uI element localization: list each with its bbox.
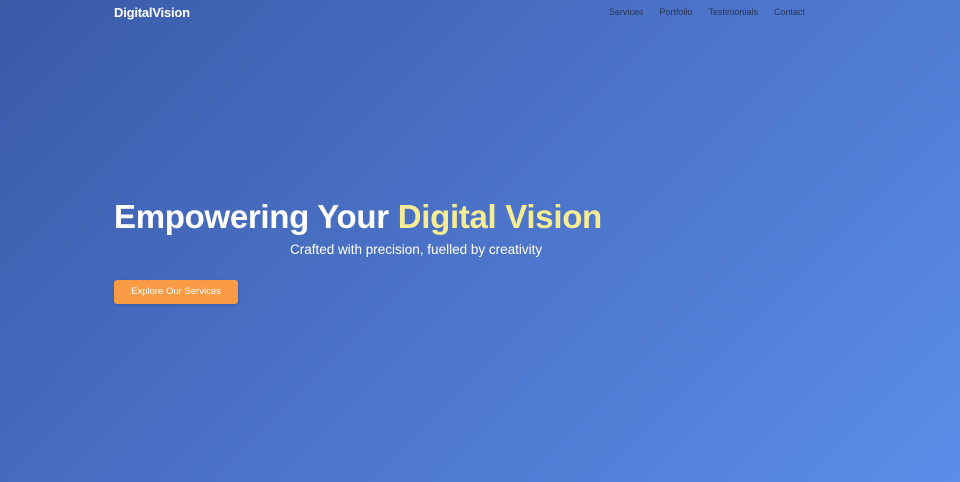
nav-link-contact[interactable]: Contact — [774, 7, 805, 17]
hero-subtitle: Crafted with precision, fuelled by creat… — [290, 242, 543, 257]
nav-link-testimonials[interactable]: Testimonials — [708, 7, 758, 17]
hero-title-accent: Digital Vision — [397, 198, 603, 235]
explore-services-button[interactable]: Explore Our Services — [114, 280, 238, 304]
top-navbar: DigitalVision Services Portfolio Testimo… — [0, 0, 960, 26]
nav-links: Services Portfolio Testimonials Contact — [609, 7, 805, 17]
brand-logo[interactable]: DigitalVision — [114, 5, 190, 20]
hero-title-main: Empowering Your — [114, 198, 398, 235]
nav-link-services[interactable]: Services — [609, 7, 644, 17]
hero-section: Empowering Your Digital Vision Crafted w… — [114, 198, 814, 304]
hero-title: Empowering Your Digital Vision — [114, 198, 814, 236]
nav-link-portfolio[interactable]: Portfolio — [659, 7, 692, 17]
